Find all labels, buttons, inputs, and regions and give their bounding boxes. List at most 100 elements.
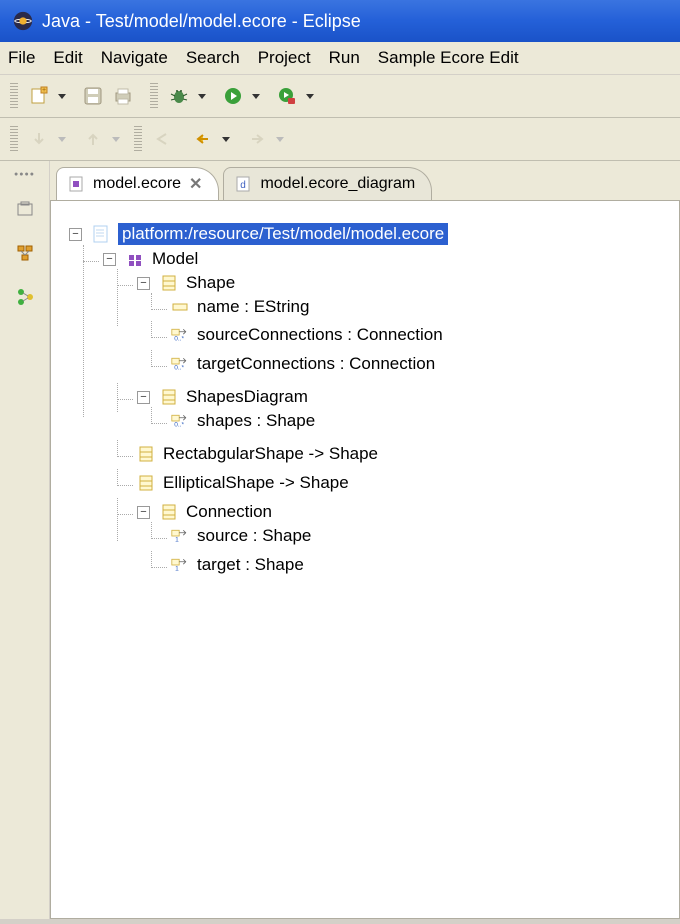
debug-dropdown-icon[interactable] bbox=[198, 94, 206, 99]
attr-label: source : Shape bbox=[197, 526, 311, 546]
collapse-icon[interactable]: − bbox=[69, 228, 82, 241]
node-label: Connection bbox=[186, 502, 272, 522]
tree-node-connection[interactable]: − Connection bbox=[137, 502, 272, 522]
nav-forward-button[interactable] bbox=[244, 126, 270, 152]
toolbar-handle-icon[interactable]: ●●●● bbox=[14, 171, 35, 178]
tree-node-shapes-diagram[interactable]: − ShapesDiagram bbox=[137, 387, 308, 407]
collapse-icon[interactable]: − bbox=[103, 253, 116, 266]
attr-label: sourceConnections : Connection bbox=[197, 325, 443, 345]
ecore-editor: − platform:/resource/Test/model/model.ec… bbox=[50, 200, 680, 919]
run-dropdown-icon[interactable] bbox=[252, 94, 260, 99]
tab-model-ecore[interactable]: model.ecore ✕ bbox=[56, 167, 219, 200]
attr-label: name : EString bbox=[197, 297, 309, 317]
attr-label: shapes : Shape bbox=[197, 411, 315, 431]
svg-text:d: d bbox=[241, 180, 247, 191]
nav-back-dropdown-icon[interactable] bbox=[222, 137, 230, 142]
node-label: ShapesDiagram bbox=[186, 387, 308, 407]
eclipse-logo-icon bbox=[12, 10, 34, 32]
menu-run[interactable]: Run bbox=[329, 48, 360, 68]
tab-model-ecore-diagram[interactable]: d model.ecore_diagram bbox=[223, 167, 432, 200]
node-label: EllipticalShape -> Shape bbox=[163, 473, 349, 493]
menu-search[interactable]: Search bbox=[186, 48, 240, 68]
toolbar-grip-icon[interactable] bbox=[10, 83, 18, 109]
tree-ref-target[interactable]: 1 target : Shape bbox=[171, 555, 304, 575]
run-external-dropdown-icon[interactable] bbox=[306, 94, 314, 99]
tree-node-shape[interactable]: − Shape bbox=[137, 273, 235, 293]
view-toolbar: ●●●● bbox=[0, 161, 50, 919]
window-title: Java - Test/model/model.ecore - Eclipse bbox=[42, 11, 361, 32]
tree-root[interactable]: − platform:/resource/Test/model/model.ec… bbox=[69, 223, 448, 245]
tab-label: model.ecore_diagram bbox=[260, 175, 415, 193]
attr-label: target : Shape bbox=[197, 555, 304, 575]
tree-node-model[interactable]: − Model bbox=[103, 249, 198, 269]
reference-many-icon: 0..* bbox=[171, 355, 189, 373]
nav-last-edit-button[interactable] bbox=[150, 126, 176, 152]
nav-down-button[interactable] bbox=[26, 126, 52, 152]
save-button[interactable] bbox=[80, 83, 106, 109]
collapse-icon[interactable]: − bbox=[137, 391, 150, 404]
model-tree: − platform:/resource/Test/model/model.ec… bbox=[65, 219, 665, 592]
reference-many-icon: 0..* bbox=[171, 412, 189, 430]
class-icon bbox=[160, 503, 178, 521]
attr-label: targetConnections : Connection bbox=[197, 354, 435, 374]
nav-up-dropdown-icon[interactable] bbox=[112, 137, 120, 142]
package-explorer-icon[interactable] bbox=[12, 196, 38, 222]
nav-up-button[interactable] bbox=[80, 126, 106, 152]
nav-back-button[interactable] bbox=[190, 126, 216, 152]
tree-ref-source-connections[interactable]: 0..* sourceConnections : Connection bbox=[171, 325, 443, 345]
hierarchy-icon[interactable] bbox=[12, 240, 38, 266]
nav-forward-dropdown-icon[interactable] bbox=[276, 137, 284, 142]
menu-bar: File Edit Navigate Search Project Run Sa… bbox=[0, 42, 680, 75]
class-icon bbox=[160, 388, 178, 406]
menu-sample-ecore-editor[interactable]: Sample Ecore Edit bbox=[378, 48, 519, 68]
nav-down-dropdown-icon[interactable] bbox=[58, 137, 66, 142]
run-external-button[interactable] bbox=[274, 83, 300, 109]
diagram-file-icon: d bbox=[234, 175, 252, 193]
resource-file-icon bbox=[92, 225, 110, 243]
print-button[interactable] bbox=[110, 83, 136, 109]
svg-text:0..*: 0..* bbox=[174, 365, 184, 372]
toolbar-grip-icon[interactable] bbox=[150, 83, 158, 109]
tree-node-rectangular-shape[interactable]: RectabgularShape -> Shape bbox=[137, 444, 378, 464]
resource-path: platform:/resource/Test/model/model.ecor… bbox=[118, 223, 448, 245]
class-icon bbox=[137, 445, 155, 463]
tree-ref-shapes[interactable]: 0..* shapes : Shape bbox=[171, 411, 315, 431]
node-label: Shape bbox=[186, 273, 235, 293]
debug-button[interactable] bbox=[166, 83, 192, 109]
menu-project[interactable]: Project bbox=[258, 48, 311, 68]
tree-ref-target-connections[interactable]: 0..* targetConnections : Connection bbox=[171, 354, 435, 374]
close-icon[interactable]: ✕ bbox=[189, 174, 202, 194]
tab-label: model.ecore bbox=[93, 175, 181, 193]
collapse-icon[interactable]: − bbox=[137, 277, 150, 290]
svg-text:+: + bbox=[42, 87, 46, 94]
title-bar: Java - Test/model/model.ecore - Eclipse bbox=[0, 0, 680, 42]
svg-text:1: 1 bbox=[175, 537, 179, 544]
class-icon bbox=[160, 274, 178, 292]
run-button[interactable] bbox=[220, 83, 246, 109]
tree-node-elliptical-shape[interactable]: EllipticalShape -> Shape bbox=[137, 473, 349, 493]
collapse-icon[interactable]: − bbox=[137, 506, 150, 519]
new-button[interactable]: + bbox=[26, 83, 52, 109]
new-dropdown-icon[interactable] bbox=[58, 94, 66, 99]
navigator-icon[interactable] bbox=[12, 284, 38, 310]
reference-one-icon: 1 bbox=[171, 527, 189, 545]
toolbar-grip-icon[interactable] bbox=[134, 126, 142, 152]
toolbar-nav bbox=[0, 118, 680, 161]
reference-one-icon: 1 bbox=[171, 556, 189, 574]
class-icon bbox=[137, 474, 155, 492]
toolbar-grip-icon[interactable] bbox=[10, 126, 18, 152]
menu-file[interactable]: File bbox=[8, 48, 35, 68]
menu-edit[interactable]: Edit bbox=[53, 48, 82, 68]
tree-attr-name[interactable]: name : EString bbox=[171, 297, 309, 317]
attribute-icon bbox=[171, 298, 189, 316]
node-label: Model bbox=[152, 249, 198, 269]
ecore-file-icon bbox=[67, 175, 85, 193]
editor-tabs: model.ecore ✕ d model.ecore_diagram bbox=[50, 161, 680, 200]
menu-navigate[interactable]: Navigate bbox=[101, 48, 168, 68]
tree-ref-source[interactable]: 1 source : Shape bbox=[171, 526, 311, 546]
node-label: RectabgularShape -> Shape bbox=[163, 444, 378, 464]
svg-text:0..*: 0..* bbox=[174, 336, 184, 343]
toolbar-main: + bbox=[0, 75, 680, 118]
svg-text:0..*: 0..* bbox=[174, 422, 184, 429]
package-icon bbox=[126, 250, 144, 268]
